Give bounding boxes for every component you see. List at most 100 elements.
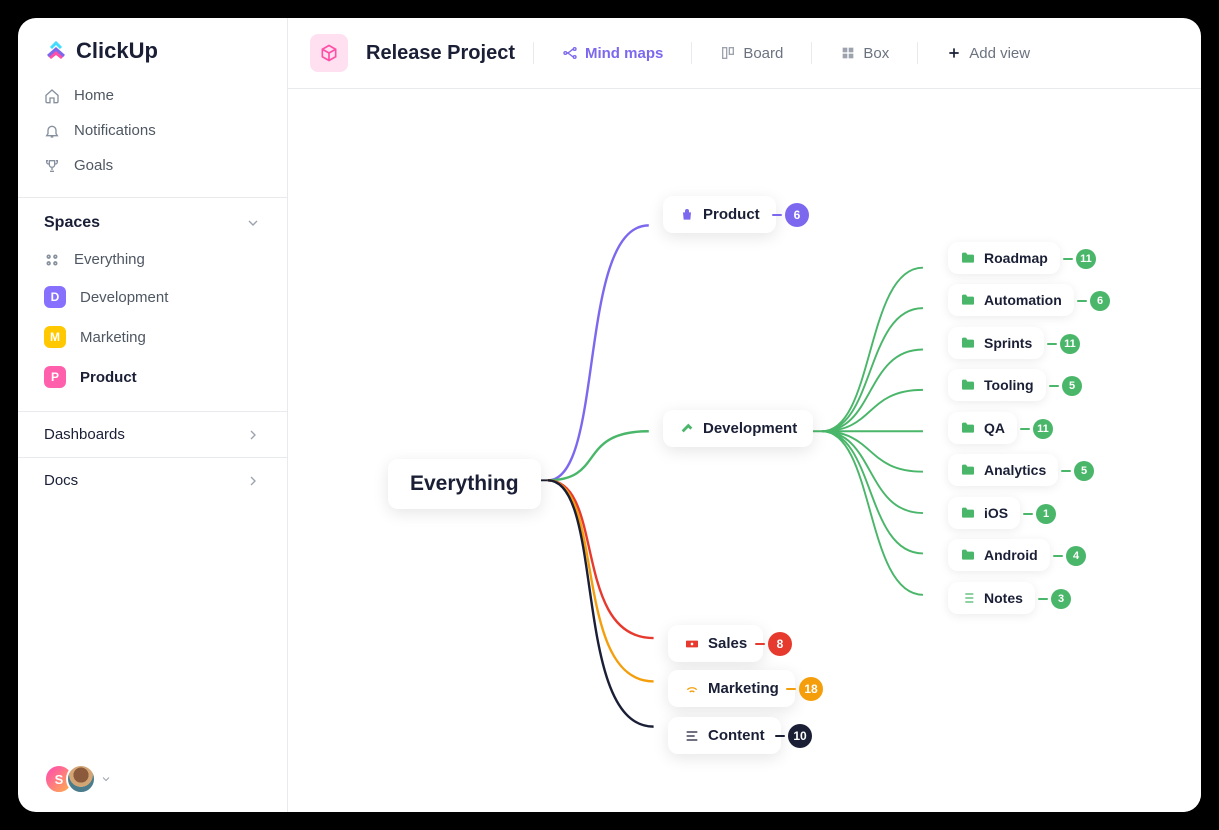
count-badge: 8 [768, 632, 792, 656]
chevron-right-icon [245, 473, 261, 489]
node-label: Sales [708, 635, 747, 652]
connector [1053, 555, 1063, 557]
mindmap-node-development[interactable]: Development [663, 410, 813, 447]
main: Release Project Mind maps Board Box Add … [288, 18, 1201, 812]
connector [1061, 470, 1071, 472]
count-badge: 5 [1074, 461, 1094, 481]
chevron-down-icon [245, 215, 261, 231]
nav-home-label: Home [74, 87, 114, 104]
connector [786, 688, 796, 690]
avatar-stack[interactable]: S [18, 746, 287, 812]
mindmap-leaf[interactable]: Notes [948, 582, 1035, 614]
mindmap-leaf[interactable]: Analytics [948, 454, 1058, 486]
hammer-icon [679, 421, 695, 437]
space-badge: P [44, 366, 66, 388]
mindmap-leaf[interactable]: iOS [948, 497, 1020, 529]
sidebar-item-everything-label: Everything [74, 251, 145, 268]
app-window: ClickUp Home Notifications Goals Spaces … [18, 18, 1201, 812]
sidebar-item-label: Product [80, 369, 137, 386]
connector [1063, 258, 1073, 260]
count-badge: 4 [1066, 546, 1086, 566]
spaces-header[interactable]: Spaces [18, 197, 287, 242]
sidebar-dashboards[interactable]: Dashboards [18, 411, 287, 457]
nav-notifications-label: Notifications [74, 122, 156, 139]
page-title: Release Project [366, 42, 515, 65]
plus-icon [946, 45, 962, 61]
mindmap-node-marketing[interactable]: Marketing [668, 670, 795, 707]
tab-mindmaps[interactable]: Mind maps [552, 39, 673, 68]
nav-notifications[interactable]: Notifications [32, 113, 273, 148]
leaf-label: Automation [984, 292, 1062, 308]
count-badge: 6 [1090, 291, 1110, 311]
tab-label: Box [863, 45, 889, 62]
mindmap-node-product[interactable]: Product [663, 196, 776, 233]
text-icon [684, 728, 700, 744]
home-icon [44, 88, 60, 104]
connector [772, 214, 782, 216]
leaf-label: Android [984, 547, 1038, 563]
mindmap-leaf[interactable]: Android [948, 539, 1050, 571]
tab-board[interactable]: Board [710, 39, 793, 68]
folder-icon [960, 462, 976, 478]
connector [1038, 598, 1048, 600]
folder-icon [960, 377, 976, 393]
project-icon [310, 34, 348, 72]
mindmap-node-sales[interactable]: Sales [668, 625, 763, 662]
folder-icon [960, 250, 976, 266]
mindmap-node-content[interactable]: Content [668, 717, 781, 754]
count-badge: 3 [1051, 589, 1071, 609]
connector [1023, 513, 1033, 515]
sidebar-item-development[interactable]: DDevelopment [32, 277, 273, 317]
node-label: Content [708, 727, 765, 744]
node-label: Everything [410, 472, 519, 496]
board-icon [720, 45, 736, 61]
sidebar-item-product[interactable]: P Product [32, 357, 273, 397]
ticket-icon [684, 636, 700, 652]
connector [755, 643, 765, 645]
space-badge: D [44, 286, 66, 308]
spaces-header-label: Spaces [44, 214, 100, 232]
trophy-icon [44, 158, 60, 174]
node-label: Development [703, 420, 797, 437]
mindmap-leaf[interactable]: QA [948, 412, 1017, 444]
leaf-label: Sprints [984, 335, 1032, 351]
bag-icon [679, 207, 695, 223]
leaf-label: QA [984, 420, 1005, 436]
mindmap-leaf[interactable]: Sprints [948, 327, 1044, 359]
nav-home[interactable]: Home [32, 78, 273, 113]
leaf-label: iOS [984, 505, 1008, 521]
nav-goals[interactable]: Goals [32, 148, 273, 183]
wifi-icon [684, 681, 700, 697]
mindmap-leaf[interactable]: Roadmap [948, 242, 1060, 274]
sidebar-docs[interactable]: Docs [18, 457, 287, 503]
mindmap-leaf[interactable]: Tooling [948, 369, 1046, 401]
mindmap-root[interactable]: Everything [388, 459, 541, 509]
divider [917, 42, 918, 64]
connector [1077, 300, 1087, 302]
folder-icon [960, 292, 976, 308]
node-label: Marketing [708, 680, 779, 697]
folder-icon [960, 505, 976, 521]
clickup-logo-icon [44, 39, 68, 63]
leaf-label: Roadmap [984, 250, 1048, 266]
connector [775, 735, 785, 737]
space-badge: M [44, 326, 66, 348]
divider [811, 42, 812, 64]
connector [1047, 343, 1057, 345]
mindmap-leaf[interactable]: Automation [948, 284, 1074, 316]
tab-box[interactable]: Box [830, 39, 899, 68]
add-view-button[interactable]: Add view [936, 39, 1040, 68]
docs-label: Docs [44, 472, 78, 489]
divider [691, 42, 692, 64]
leaf-label: Tooling [984, 377, 1034, 393]
nav-primary: Home Notifications Goals [18, 78, 287, 197]
mindmap-canvas[interactable]: Everything Product 6 Development Sales 8… [288, 89, 1201, 812]
folder-icon [960, 335, 976, 351]
chevron-down-icon [100, 773, 112, 785]
connector [1049, 385, 1059, 387]
logo[interactable]: ClickUp [18, 18, 287, 78]
sidebar-item-marketing[interactable]: MMarketing [32, 317, 273, 357]
sidebar-item-everything[interactable]: Everything [32, 242, 273, 277]
avatar [66, 764, 96, 794]
topbar: Release Project Mind maps Board Box Add … [288, 18, 1201, 89]
